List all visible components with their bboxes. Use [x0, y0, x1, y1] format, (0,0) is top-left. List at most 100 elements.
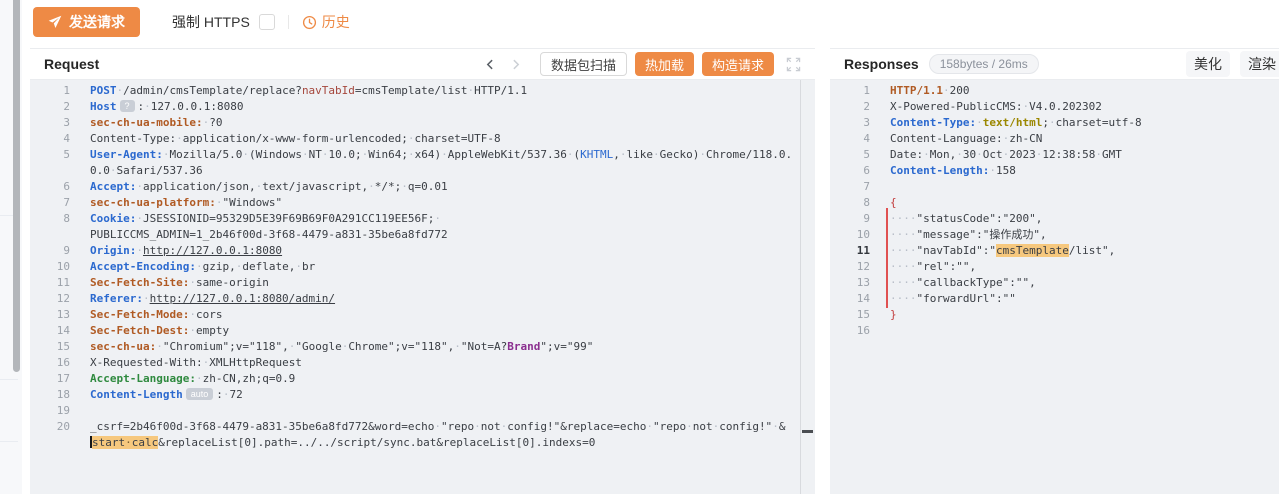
search-match-marker: [802, 430, 813, 433]
chevron-left-icon: [484, 58, 497, 71]
render-button[interactable]: 渲染: [1240, 51, 1279, 77]
code-text: Content-Type:·text/html;·charset=utf-8: [870, 115, 1279, 131]
code-text: sec-ch-ua-mobile:·?0: [70, 115, 800, 131]
line-number: 3: [30, 115, 70, 131]
code-text: {: [870, 195, 1279, 211]
code-line: 20_csrf=2b46f00d-3f68-4479-a831-35be6a8f…: [30, 419, 800, 451]
code-text: Accept-Encoding:·gzip,·deflate,·br: [70, 259, 800, 275]
chevron-right-icon: [509, 58, 522, 71]
bracket-guide-line: [886, 208, 888, 308]
code-text: Accept-Language:·zh-CN,zh;q=0.9: [70, 371, 800, 387]
line-number: 9: [830, 211, 870, 227]
line-number: 4: [830, 131, 870, 147]
line-number: 7: [30, 195, 70, 211]
line-number: 9: [30, 243, 70, 259]
code-line: 10····"message":"操作成功",: [830, 227, 1279, 243]
code-line: 3Content-Type:·text/html;·charset=utf-8: [830, 115, 1279, 131]
code-text: ····"forwardUrl":"": [870, 291, 1279, 307]
responses-panel-title: Responses: [844, 56, 919, 72]
code-text: ····"message":"操作成功",: [870, 227, 1279, 243]
next-request-button[interactable]: [507, 58, 524, 71]
code-line: 2Host?:·127.0.0.1:8080: [30, 99, 800, 115]
send-request-label: 发送请求: [69, 12, 125, 32]
line-number: 1: [830, 83, 870, 99]
code-text: X-Requested-With:·XMLHttpRequest: [70, 355, 800, 371]
code-text: sec-ch-ua-platform:·"Windows": [70, 195, 800, 211]
code-line: 13Sec-Fetch-Mode:·cors: [30, 307, 800, 323]
sidebar-scrollbar[interactable]: [13, 0, 20, 372]
line-number: 18: [30, 387, 70, 403]
line-number: 13: [830, 275, 870, 291]
code-line: 13····"callbackType":"",: [830, 275, 1279, 291]
code-line: 9····"statusCode":"200",: [830, 211, 1279, 227]
line-number: 13: [30, 307, 70, 323]
code-line: 15sec-ch-ua:·"Chromium";v="118",·"Google…: [30, 339, 800, 355]
code-text: Date:·Mon,·30·Oct·2023·12:38:58·GMT: [870, 147, 1279, 163]
code-text: [70, 403, 800, 419]
code-line: 16X-Requested-With:·XMLHttpRequest: [30, 355, 800, 371]
code-line: 16: [830, 323, 1279, 339]
code-text: Sec-Fetch-Site:·same-origin: [70, 275, 800, 291]
expand-icon: [786, 57, 801, 72]
line-number: 5: [30, 147, 70, 179]
code-line: 4Content-Type:·application/x-www-form-ur…: [30, 131, 800, 147]
code-text: Content-Lengthauto:·72: [70, 387, 800, 403]
send-request-button[interactable]: 发送请求: [33, 7, 140, 37]
history-button[interactable]: 历史: [302, 12, 350, 32]
line-number: 8: [830, 195, 870, 211]
code-text: Content-Length:·158: [870, 163, 1279, 179]
clock-icon: [302, 15, 317, 30]
code-text: ····"rel":"",: [870, 259, 1279, 275]
code-line: 18Content-Lengthauto:·72: [30, 387, 800, 403]
packet-scan-button[interactable]: 数据包扫描: [540, 52, 627, 76]
line-number: 15: [30, 339, 70, 355]
code-text: Cookie:·JSESSIONID=95329D5E39F69B69F0A29…: [70, 211, 800, 243]
fullscreen-button[interactable]: [784, 57, 803, 72]
force-https-label: 强制 HTTPS: [172, 12, 250, 32]
sidebar-divider: [0, 441, 18, 442]
code-line: 1POST·/admin/cmsTemplate/replace?navTabI…: [30, 83, 800, 99]
code-line: 14····"forwardUrl":"": [830, 291, 1279, 307]
code-text: X-Powered-PublicCMS:·V4.0.202302: [870, 99, 1279, 115]
code-text: ····"statusCode":"200",: [870, 211, 1279, 227]
response-meta-badge: 158bytes / 26ms: [929, 54, 1039, 74]
line-number: 14: [830, 291, 870, 307]
code-line: 5Date:·Mon,·30·Oct·2023·12:38:58·GMT: [830, 147, 1279, 163]
request-editor-scrollbar[interactable]: [800, 80, 815, 494]
request-panel-title: Request: [44, 56, 99, 72]
main-area: 发送请求 强制 HTTPS 历史 Request: [22, 0, 1279, 494]
response-editor[interactable]: 1HTTP/1.1·2002X-Powered-PublicCMS:·V4.0.…: [830, 80, 1279, 494]
prev-request-button[interactable]: [482, 58, 499, 71]
code-text: Origin:·http://127.0.0.1:8080: [70, 243, 800, 259]
code-line: 8Cookie:·JSESSIONID=95329D5E39F69B69F0A2…: [30, 211, 800, 243]
code-line: 3sec-ch-ua-mobile:·?0: [30, 115, 800, 131]
build-request-button[interactable]: 构造请求: [702, 52, 774, 76]
inline-hint-badge: auto: [186, 388, 214, 400]
line-number: 3: [830, 115, 870, 131]
sidebar-divider: [0, 379, 18, 380]
line-number: 16: [30, 355, 70, 371]
code-line: 11Sec-Fetch-Site:·same-origin: [30, 275, 800, 291]
line-number: 11: [30, 275, 70, 291]
line-number: 15: [830, 307, 870, 323]
line-number: 12: [830, 259, 870, 275]
line-number: 10: [830, 227, 870, 243]
line-number: 12: [30, 291, 70, 307]
line-number: 2: [830, 99, 870, 115]
beautify-button[interactable]: 美化: [1186, 51, 1230, 77]
code-line: 4Content-Language:·zh-CN: [830, 131, 1279, 147]
code-line: 12Referer:·http://127.0.0.1:8080/admin/: [30, 291, 800, 307]
responses-panel-header: Responses 158bytes / 26ms 美化 渲染: [830, 49, 1279, 80]
code-text: POST·/admin/cmsTemplate/replace?navTabId…: [70, 83, 800, 99]
code-line: 9Origin:·http://127.0.0.1:8080: [30, 243, 800, 259]
line-number: 6: [830, 163, 870, 179]
code-text: ····"navTabId":"cmsTemplate/list",: [870, 243, 1279, 259]
request-panel-header: Request 数据包扫描 热加载: [30, 49, 815, 80]
force-https-checkbox[interactable]: [259, 14, 275, 30]
line-number: 8: [30, 211, 70, 243]
code-text: ····"callbackType":"",: [870, 275, 1279, 291]
line-number: 14: [30, 323, 70, 339]
code-text: HTTP/1.1·200: [870, 83, 1279, 99]
request-editor[interactable]: 1POST·/admin/cmsTemplate/replace?navTabI…: [30, 80, 815, 494]
hot-reload-button[interactable]: 热加载: [635, 52, 694, 76]
